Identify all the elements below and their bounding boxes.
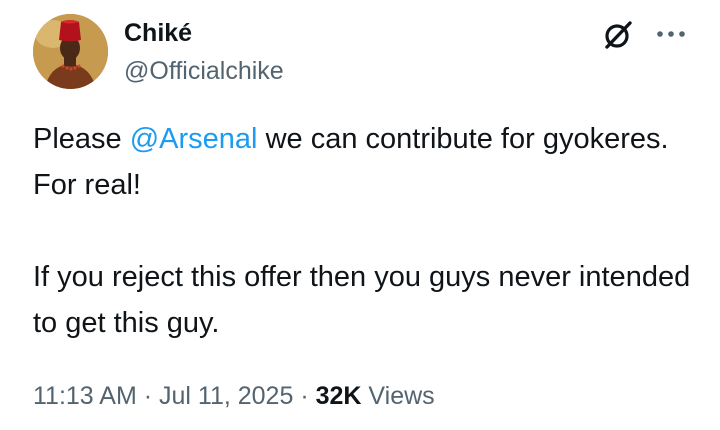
views-count[interactable]: 32K <box>316 382 362 410</box>
author-avatar[interactable] <box>33 14 108 89</box>
tweet-text-prefix: Please <box>33 123 130 155</box>
tweet-date[interactable]: Jul 11, 2025 <box>159 382 293 410</box>
tweet-card: Chiké @Officialchike Please @Arsenal we … <box>0 0 720 430</box>
tweet-paragraph-2: If you reject this offer then you guys n… <box>33 261 691 339</box>
meta-separator: · <box>136 382 159 410</box>
grok-slash-icon[interactable] <box>601 18 635 52</box>
avatar-photo-icon <box>33 14 108 89</box>
meta-separator: · <box>293 382 316 410</box>
tweet-time[interactable]: 11:13 AM <box>33 382 137 410</box>
author-handle[interactable]: @Officialchike <box>124 56 284 86</box>
tweet-paragraph-1: Please @Arsenal we can contribute for gy… <box>33 116 693 208</box>
more-dots-icon[interactable] <box>655 24 687 44</box>
mention-link[interactable]: @Arsenal <box>130 123 258 155</box>
tweet-meta: 11:13 AM · Jul 11, 2025 · 32K Views <box>33 380 435 412</box>
views-label: Views <box>361 382 435 410</box>
tweet-text: Please @Arsenal we can contribute for gy… <box>33 116 693 346</box>
author-display-name[interactable]: Chiké <box>124 18 192 48</box>
